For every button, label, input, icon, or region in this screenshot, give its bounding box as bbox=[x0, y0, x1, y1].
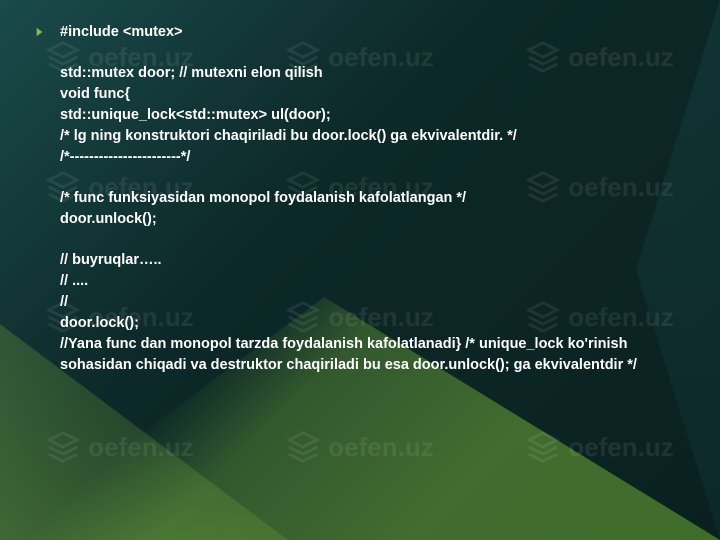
slide-content: #include <mutex> std::mutex door; // mut… bbox=[0, 0, 720, 396]
code-line: std::unique_lock<std::mutex> ul(door); bbox=[60, 105, 660, 126]
code-line: door.lock(); bbox=[60, 313, 660, 334]
code-line: #include <mutex> bbox=[60, 22, 660, 43]
code-line: /* lg ning konstruktori chaqiriladi bu d… bbox=[60, 126, 660, 147]
code-line: std::mutex door; // mutexni elon qilish bbox=[60, 63, 660, 84]
code-line: // .... bbox=[60, 271, 660, 292]
code-line: door.unlock(); bbox=[60, 209, 660, 230]
code-line: void func{ bbox=[60, 84, 660, 105]
code-line: // buyruqlar….. bbox=[60, 250, 660, 271]
code-line: // bbox=[60, 292, 660, 313]
code-text: #include <mutex> std::mutex door; // mut… bbox=[60, 22, 660, 376]
code-line: /*-----------------------*/ bbox=[60, 147, 660, 168]
code-line: /* func funksiyasidan monopol foydalanis… bbox=[60, 188, 660, 209]
bullet-arrow-icon bbox=[32, 25, 46, 39]
code-line: //Yana func dan monopol tarzda foydalani… bbox=[60, 334, 660, 376]
bullet-item: #include <mutex> std::mutex door; // mut… bbox=[32, 22, 660, 376]
